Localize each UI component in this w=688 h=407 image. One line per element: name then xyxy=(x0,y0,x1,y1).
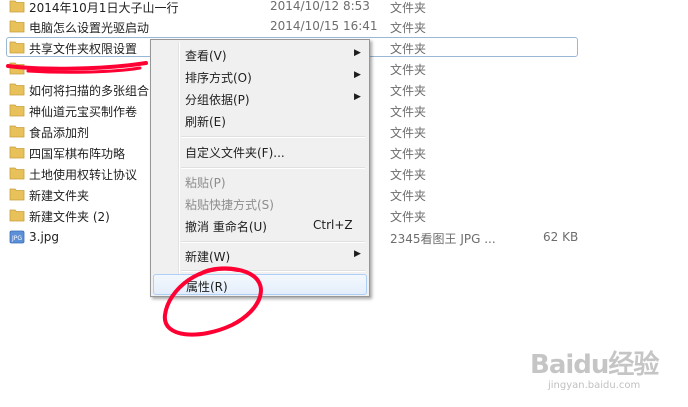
file-name: 食品添加剂 xyxy=(29,126,90,140)
file-type: 文件夹 xyxy=(390,63,427,77)
folder-icon xyxy=(9,83,25,96)
menu-item-label: 撤消 重命名(U) xyxy=(185,220,267,234)
watermark-brand: Baidu经验 xyxy=(530,350,659,380)
file-type: 文件夹 xyxy=(390,168,427,182)
submenu-arrow-icon: ▶ xyxy=(354,92,361,102)
file-name: 共享文件夹权限设置 xyxy=(29,42,138,56)
file-name: 土地使用权转让协议 xyxy=(29,168,138,182)
menu-item-sort-by[interactable]: 排序方式(O) ▶ xyxy=(153,66,367,87)
menu-item-paste-shortcut[interactable]: 粘贴快捷方式(S) xyxy=(153,193,367,214)
file-type: 文件夹 xyxy=(390,21,427,35)
watermark-url: jingyan.baidu.com xyxy=(548,380,641,391)
file-type: 文件夹 xyxy=(390,84,427,98)
file-name: 3.jpg xyxy=(29,230,60,244)
file-name: 四国军棋布阵功略 xyxy=(29,147,126,161)
menu-item-label: 排序方式(O) xyxy=(185,71,252,85)
folder-icon xyxy=(9,0,25,13)
watermark: Baidu经验 jingyan.baidu.com xyxy=(530,342,680,398)
menu-separator xyxy=(181,136,365,138)
file-type: 文件夹 xyxy=(390,1,427,15)
menu-item-refresh[interactable]: 刷新(E) xyxy=(153,110,367,131)
menu-item-undo-rename[interactable]: 撤消 重命名(U) Ctrl+Z xyxy=(153,215,367,236)
jpg-file-icon: JPG xyxy=(9,230,25,244)
menu-separator xyxy=(181,167,365,169)
file-date: 2014/10/15 16:41 xyxy=(270,19,378,33)
menu-item-label: 分组依据(P) xyxy=(185,93,250,107)
file-type: 文件夹 xyxy=(390,105,427,119)
file-type: 2345看图王 JPG ... xyxy=(390,232,496,246)
file-name: 2014年10月1日大子山一行 xyxy=(29,1,179,15)
menu-item-label: 新建(W) xyxy=(185,250,231,264)
file-name: 电脑怎么设置光驱启动 xyxy=(29,21,150,35)
file-row[interactable]: 电脑怎么设置光驱启动 2014/10/15 16:41 文件夹 xyxy=(6,16,578,36)
menu-item-label: 粘贴快捷方式(S) xyxy=(185,198,274,212)
menu-separator xyxy=(181,241,365,243)
folder-icon xyxy=(9,188,25,201)
submenu-arrow-icon: ▶ xyxy=(354,249,361,259)
file-date: 2014/10/12 8:53 xyxy=(270,0,370,13)
file-row[interactable]: 2014年10月1日大子山一行 2014/10/12 8:53 文件夹 xyxy=(6,0,578,16)
menu-item-shortcut: Ctrl+Z xyxy=(313,218,353,232)
submenu-arrow-icon: ▶ xyxy=(354,48,361,58)
menu-item-label: 刷新(E) xyxy=(185,115,226,129)
menu-item-properties[interactable]: 属性(R) xyxy=(153,274,367,295)
menu-item-new[interactable]: 新建(W) ▶ xyxy=(153,245,367,266)
file-type: 文件夹 xyxy=(390,189,427,203)
menu-item-customize-folder[interactable]: 自定义文件夹(F)... xyxy=(153,141,367,162)
file-name: 新建文件夹 xyxy=(29,189,90,203)
file-name: 新建文件夹 (2) xyxy=(29,210,110,224)
file-type: 文件夹 xyxy=(390,147,427,161)
menu-item-paste[interactable]: 粘贴(P) xyxy=(153,171,367,192)
menu-item-view[interactable]: 查看(V) ▶ xyxy=(153,44,367,65)
folder-icon xyxy=(9,20,25,33)
menu-item-label: 查看(V) xyxy=(185,49,227,63)
menu-item-group-by[interactable]: 分组依据(P) ▶ xyxy=(153,88,367,109)
menu-item-label: 自定义文件夹(F)... xyxy=(185,146,285,160)
folder-icon xyxy=(9,146,25,159)
menu-separator xyxy=(181,270,365,272)
folder-icon xyxy=(9,41,25,54)
svg-text:JPG: JPG xyxy=(11,235,22,242)
file-type: 文件夹 xyxy=(390,126,427,140)
folder-icon xyxy=(9,167,25,180)
file-name: 神仙道元宝买制作卷 xyxy=(29,105,138,119)
folder-icon xyxy=(9,104,25,117)
file-type: 文件夹 xyxy=(390,210,427,224)
file-size: 62 KB xyxy=(543,230,579,244)
folder-icon xyxy=(9,209,25,222)
menu-item-label: 属性(R) xyxy=(186,280,228,294)
folder-icon xyxy=(9,125,25,138)
context-menu: 查看(V) ▶ 排序方式(O) ▶ 分组依据(P) ▶ 刷新(E) 自定义文件夹… xyxy=(150,39,370,297)
file-name: 如何将扫描的多张组合 xyxy=(29,84,150,98)
menu-item-label: 粘贴(P) xyxy=(185,176,226,190)
file-type: 文件夹 xyxy=(390,42,427,56)
folder-icon xyxy=(9,62,25,75)
submenu-arrow-icon: ▶ xyxy=(354,70,361,80)
